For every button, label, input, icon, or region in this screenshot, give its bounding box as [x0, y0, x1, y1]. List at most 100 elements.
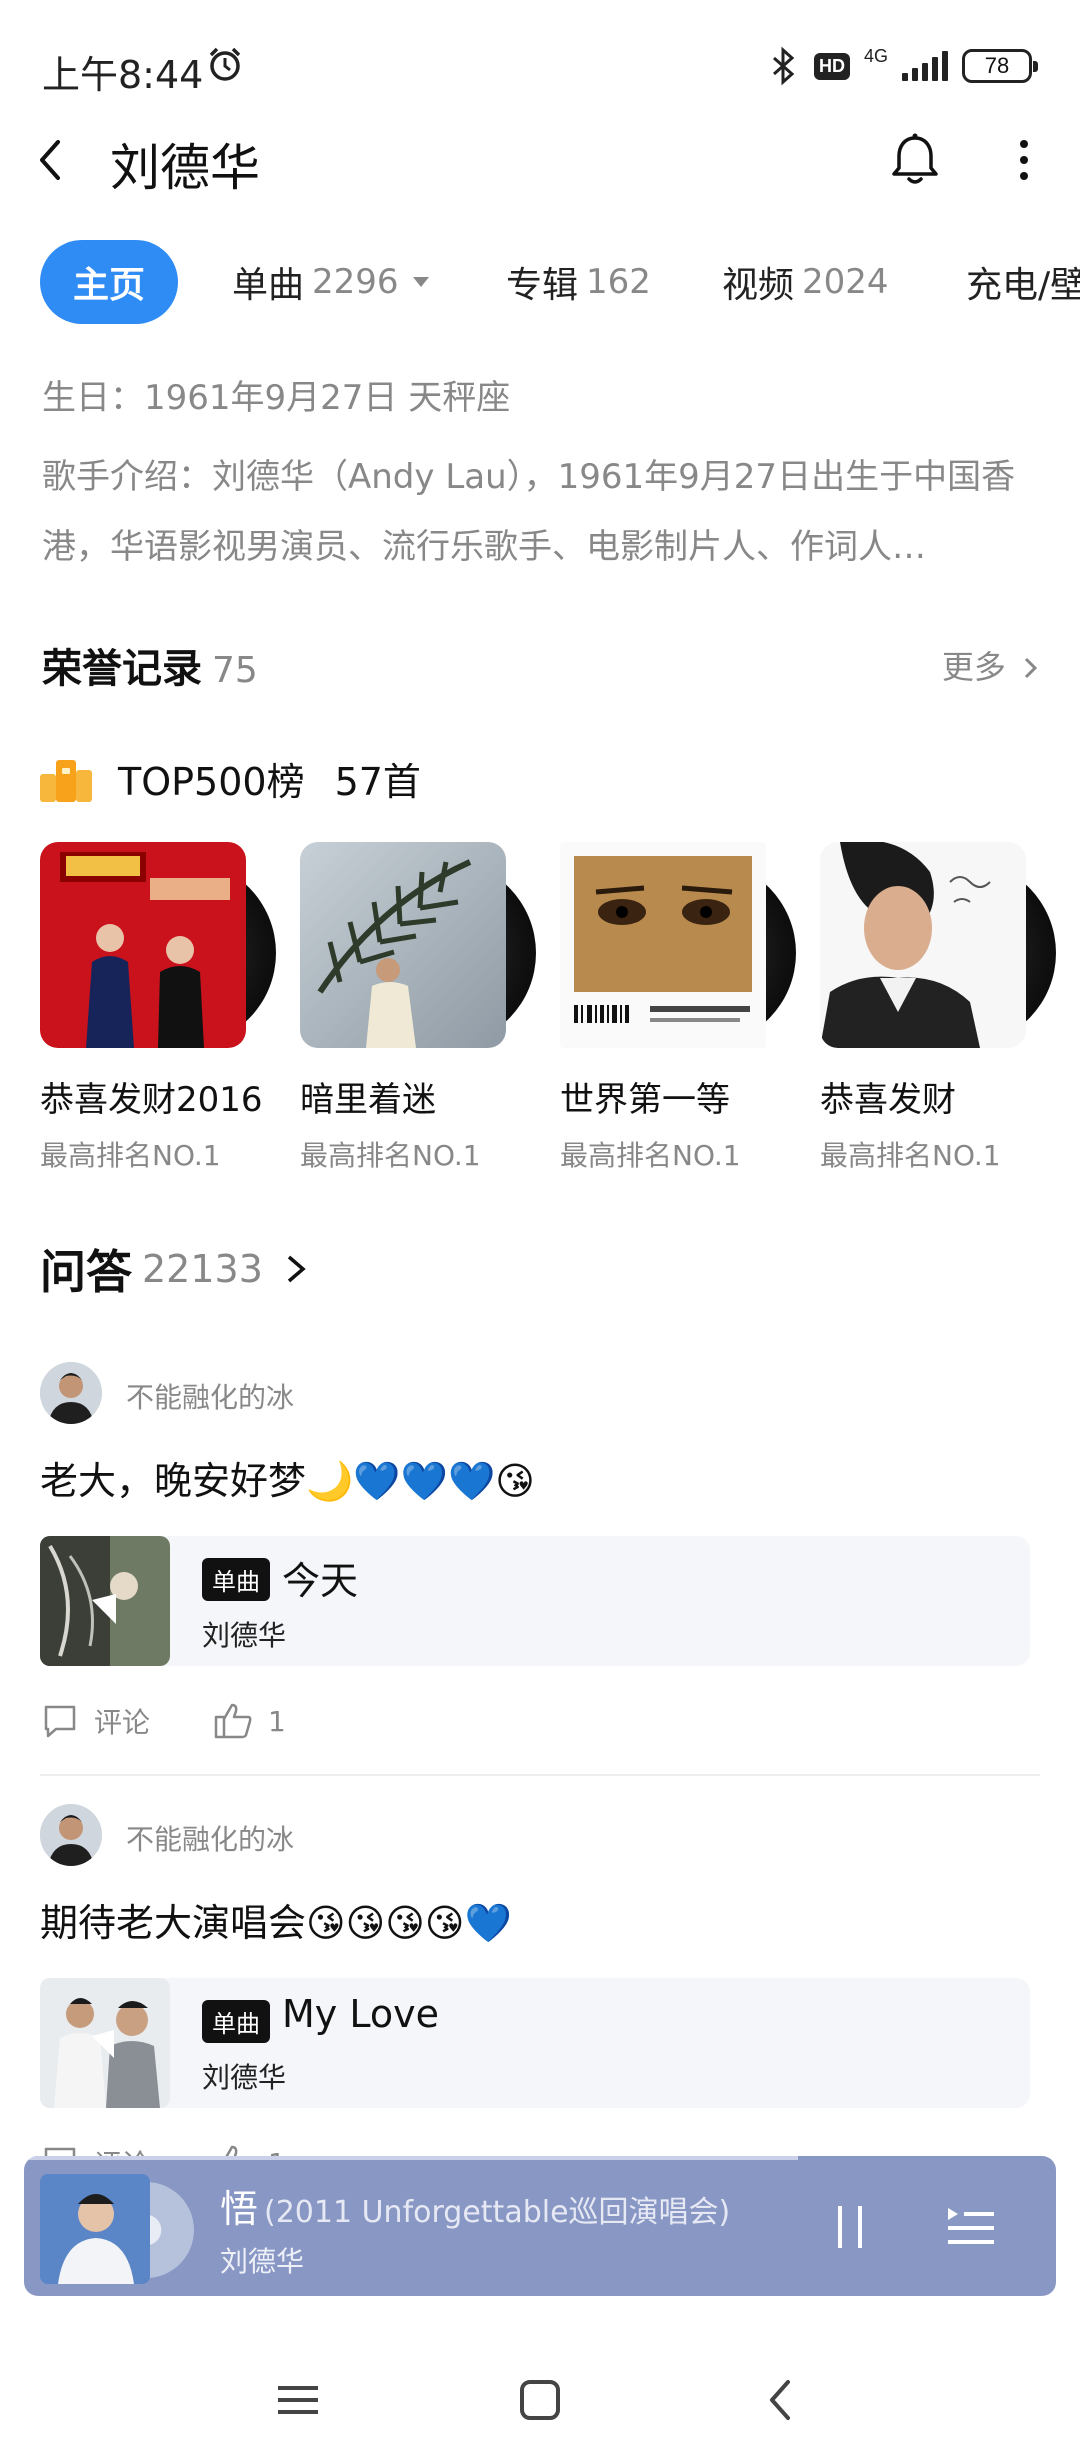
tab-albums-label: 专辑 [506, 265, 579, 306]
comment-icon [44, 1705, 76, 1738]
username[interactable]: 不能融化的冰 [126, 1376, 294, 1416]
thumbs-up-icon [214, 1703, 252, 1739]
top-app-bar: 刘德华 [0, 120, 1080, 200]
more-options-icon[interactable] [1000, 130, 1048, 190]
tab-singles-label: 单曲 [232, 265, 305, 306]
system-navigation-bar [0, 2340, 1080, 2460]
battery-level: 78 [984, 53, 1010, 78]
tab-home-label: 主页 [72, 265, 145, 306]
tab-videos[interactable]: 视频 2024 [722, 240, 889, 324]
network-type: 4G [863, 46, 888, 66]
alarm-clock-icon [209, 47, 241, 81]
tab-singles[interactable]: 单曲 2296 [232, 240, 429, 324]
top500-chart-row[interactable]: TOP500榜 57首 [40, 748, 421, 808]
song-card[interactable]: 单曲 今天 刘德华 [40, 1536, 1030, 1666]
status-bar: 上午8:44 HD 4G 78 [0, 0, 1080, 120]
qa-heading[interactable]: 问答 22133 [40, 1236, 311, 1302]
now-playing-cover [40, 2174, 150, 2284]
home-icon[interactable] [510, 2370, 570, 2430]
post-actions: 评论 1 [40, 1696, 348, 1746]
honors-more-label: 更多 [941, 648, 1006, 686]
album-cover [820, 842, 1026, 1048]
back-arrow-icon[interactable] [22, 130, 82, 190]
tab-bar: 主页 单曲 2296 专辑 162 视频 2024 充电/壁 [0, 240, 1080, 324]
album-cover [560, 842, 766, 1048]
now-playing-artist: 刘德华 [220, 2245, 305, 2278]
song-artist: 刘德华 [202, 2061, 287, 2094]
username[interactable]: 不能融化的冰 [126, 1818, 294, 1858]
tab-albums-count: 162 [586, 262, 651, 302]
album-card[interactable]: 暗里着迷 最高排名NO.1 [300, 842, 540, 1182]
album-carousel: 恭喜发财2016 最高排名NO.1 暗里着迷 最高排名NO.1 世界第一等 最高… [40, 842, 1080, 1182]
album-rank: 最高排名NO.1 [300, 1139, 481, 1172]
bluetooth-icon [772, 46, 795, 86]
tab-videos-count: 2024 [802, 262, 889, 302]
album-cover [300, 842, 506, 1048]
honors-more-link[interactable]: 更多 [942, 642, 1040, 688]
album-title: 恭喜发财 [820, 1080, 956, 1120]
status-time: 上午8:44 [42, 53, 204, 97]
tab-charge-wallpaper[interactable]: 充电/壁 [966, 240, 1080, 324]
album-cover [40, 842, 246, 1048]
song-title: 今天 [282, 1559, 359, 1603]
back-icon[interactable] [752, 2370, 812, 2430]
like-button[interactable]: 1 [212, 1701, 286, 1741]
chart-name: TOP500榜 [118, 759, 305, 804]
qa-count: 22133 [142, 1247, 263, 1291]
avatar[interactable] [40, 1362, 102, 1424]
honors-title: 荣誉记录 [42, 646, 202, 692]
pause-icon[interactable] [830, 2202, 870, 2252]
caret-down-icon [412, 277, 429, 287]
qa-title: 问答 [40, 1245, 132, 1299]
post-text: 老大，晚安好梦🌙💙💙💙😘 [40, 1459, 535, 1503]
album-card[interactable]: 恭喜发财 最高排名NO.1 [820, 842, 1060, 1182]
tab-singles-count: 2296 [312, 262, 399, 302]
top500-label: TOP500榜 57首 [118, 751, 421, 806]
honors-count: 75 [212, 650, 258, 691]
mini-player[interactable]: 悟 (2011 Unforgettable巡回演唱会) 刘德华 [24, 2156, 1056, 2296]
bell-icon[interactable] [886, 130, 944, 190]
playlist-icon[interactable] [944, 2202, 996, 2250]
album-title: 暗里着迷 [300, 1080, 436, 1120]
honors-heading: 荣誉记录 75 [42, 636, 258, 694]
playback-progress-bar[interactable] [24, 2156, 798, 2160]
tab-home[interactable]: 主页 [40, 240, 178, 324]
song-name: 悟 [220, 2187, 259, 2231]
album-title: 世界第一等 [560, 1080, 730, 1120]
album-card[interactable]: 世界第一等 最高排名NO.1 [560, 842, 800, 1182]
post-text: 期待老大演唱会😘😘😘😘💙 [40, 1901, 512, 1945]
comment-label: 评论 [94, 1706, 151, 1739]
chevron-right-icon [287, 1255, 306, 1283]
artist-intro[interactable]: 歌手介绍：刘德华（Andy Lau），1961年9月27日出生于中国香港，华语影… [42, 442, 1042, 582]
chart-song-count: 57首 [334, 759, 421, 804]
artist-birthday: 生日：1961年9月27日 天秤座 [42, 378, 511, 418]
tab-videos-label: 视频 [722, 265, 795, 306]
song-type-badge: 单曲 [202, 2000, 270, 2043]
song-title: My Love [282, 1992, 439, 2036]
song-artist: 刘德华 [202, 1619, 287, 1652]
avatar[interactable] [40, 1804, 102, 1866]
album-rank: 最高排名NO.1 [560, 1139, 741, 1172]
battery-icon: 78 [962, 49, 1038, 83]
tab-charge-label: 充电/壁 [966, 265, 1080, 306]
song-card[interactable]: 单曲 My Love 刘德华 [40, 1978, 1030, 2108]
hd-badge: HD [813, 52, 850, 80]
song-thumbnail [40, 1536, 170, 1666]
now-playing-title: 悟 (2011 Unforgettable巡回演唱会) [220, 2178, 730, 2233]
scrolled-content-fade [40, 330, 440, 346]
trophy-podium-icon [40, 754, 92, 802]
page-title: 刘德华 [110, 139, 260, 197]
signal-icon [902, 51, 948, 81]
album-card[interactable]: 恭喜发财2016 最高排名NO.1 [40, 842, 280, 1182]
album-rank: 最高排名NO.1 [820, 1139, 1001, 1172]
comment-button[interactable]: 评论 [40, 1701, 150, 1741]
chevron-right-icon [1024, 657, 1038, 679]
like-count: 1 [268, 1704, 286, 1738]
song-subtitle: (2011 Unforgettable巡回演唱会) [264, 2195, 731, 2230]
song-thumbnail [40, 1978, 170, 2108]
menu-icon[interactable] [268, 2370, 328, 2430]
tab-albums[interactable]: 专辑 162 [506, 240, 651, 324]
album-rank: 最高排名NO.1 [40, 1139, 221, 1172]
album-title: 恭喜发财2016 [40, 1080, 263, 1120]
post-divider [40, 1774, 1040, 1776]
